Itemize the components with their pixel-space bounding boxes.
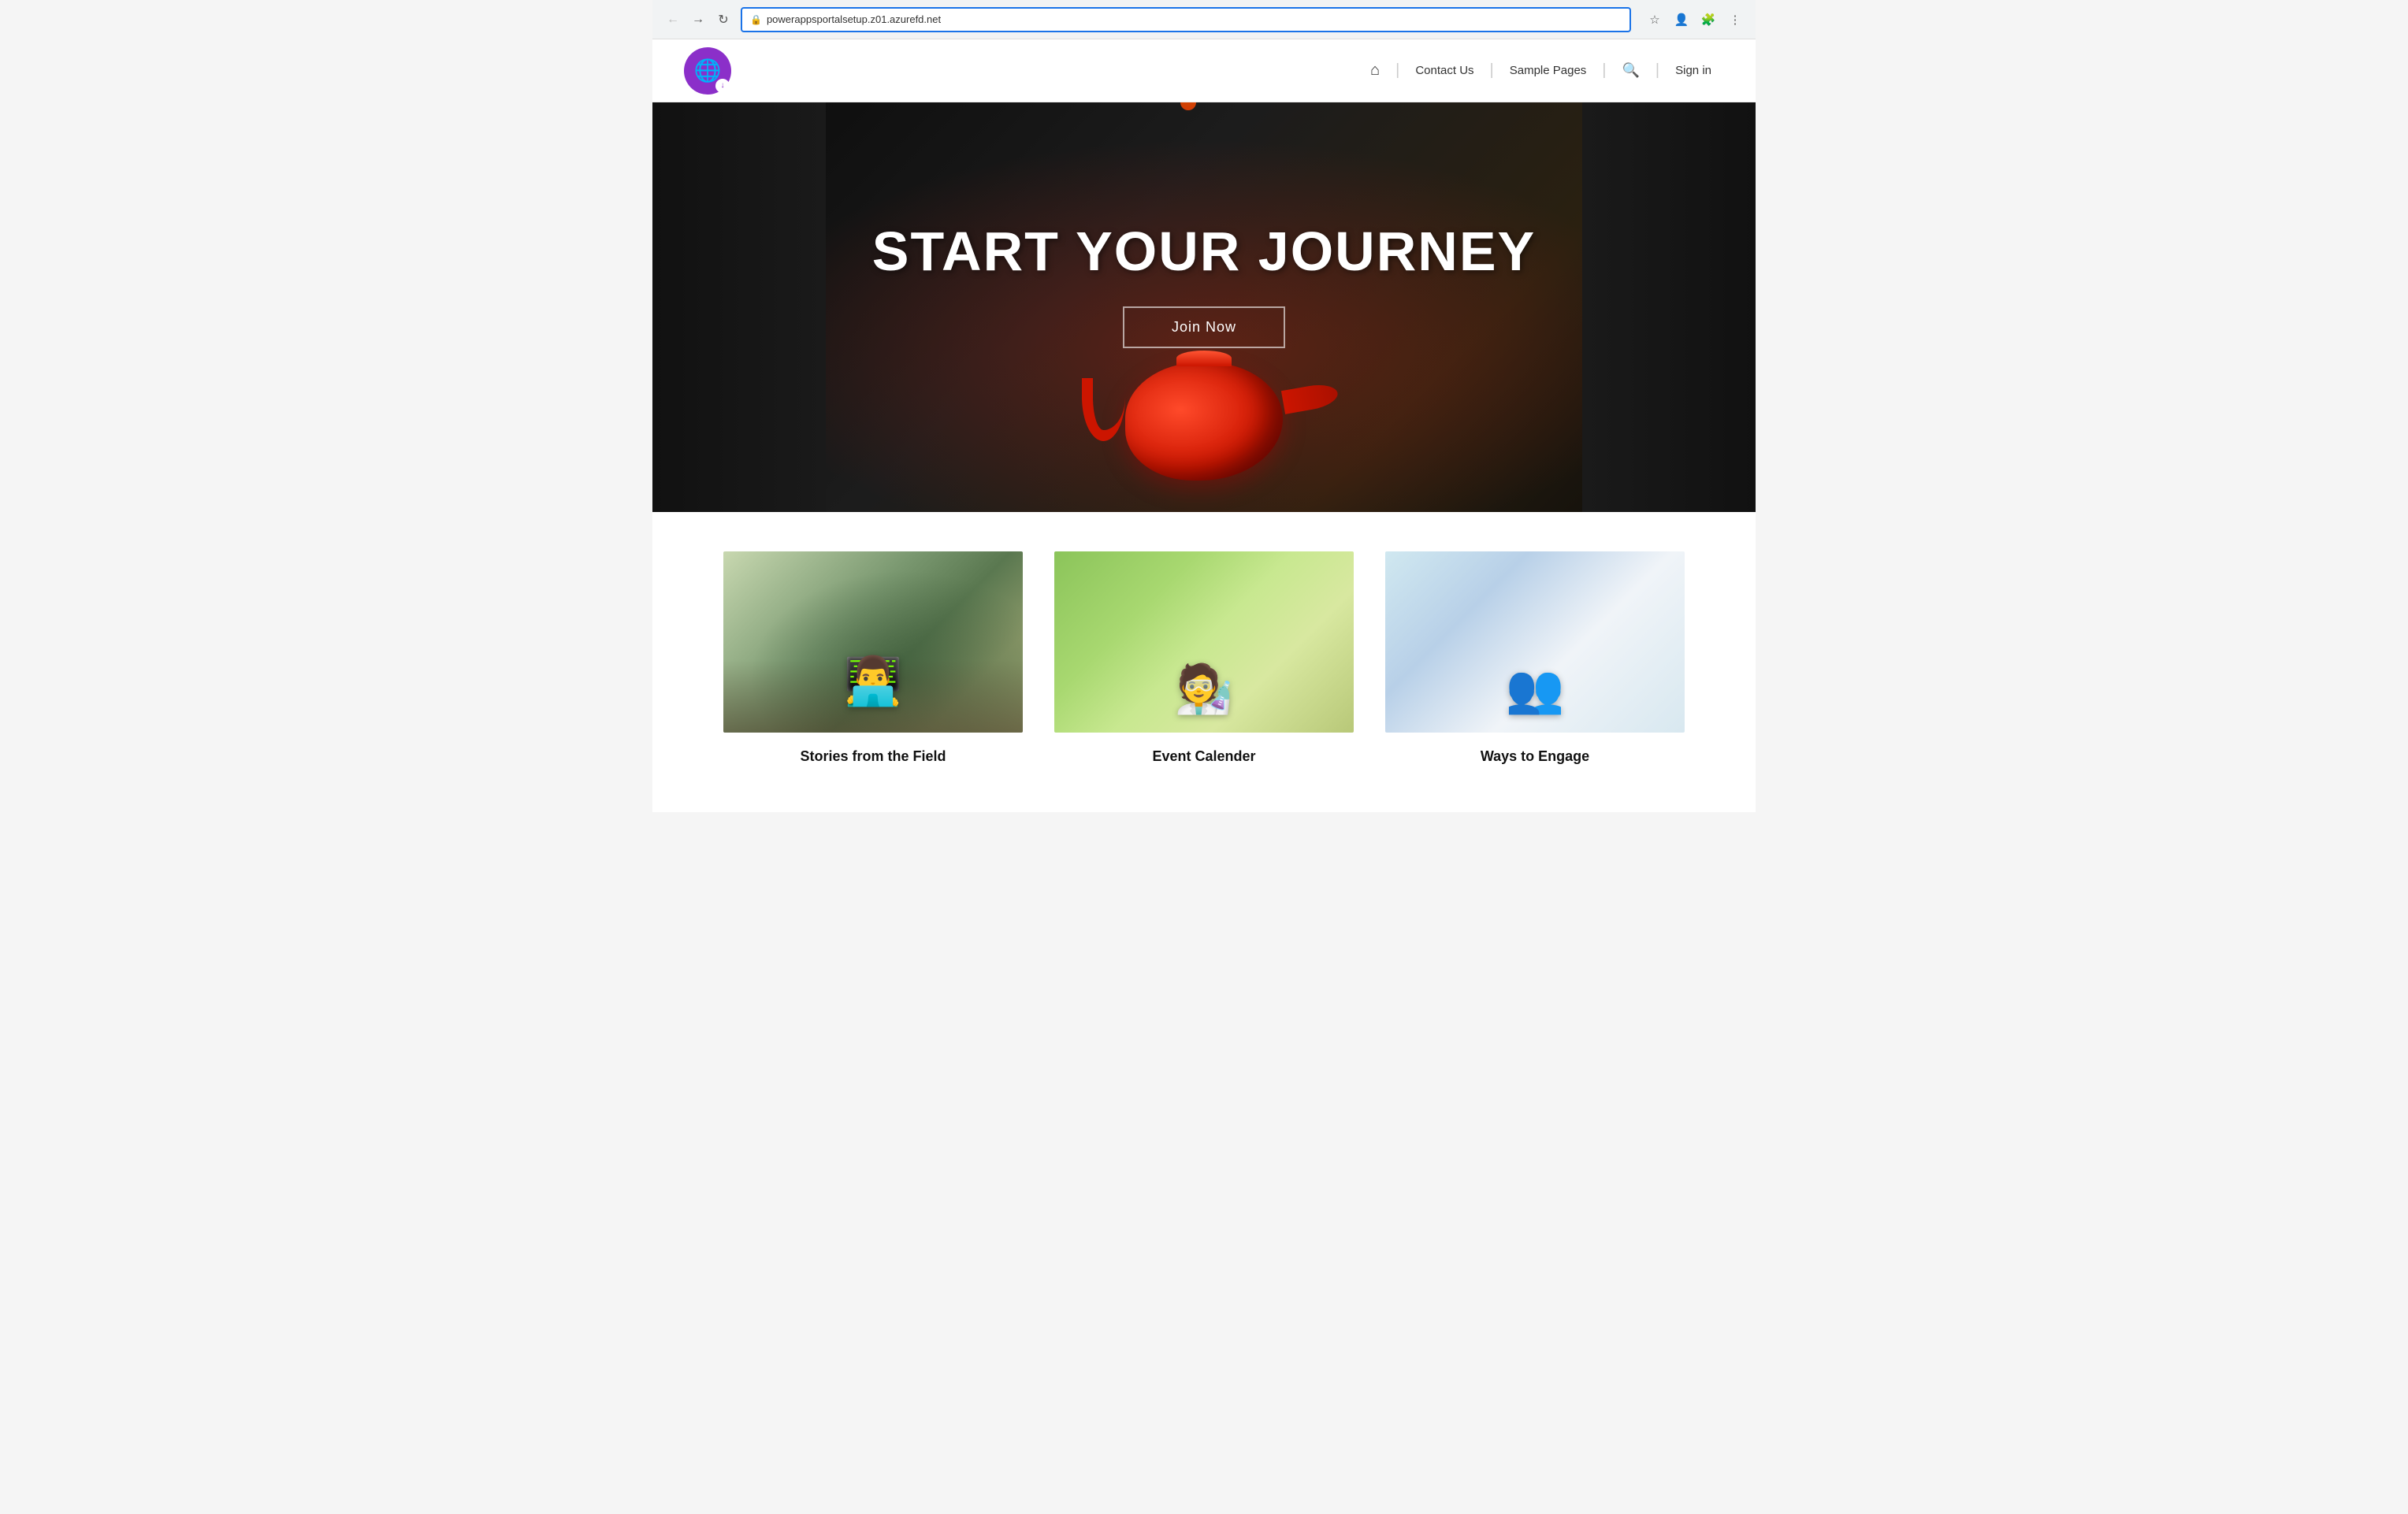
home-icon[interactable]: ⌂: [1358, 61, 1392, 80]
hero-content: START YOUR JOURNEY Join Now: [872, 220, 1536, 348]
teapot-graphic: [1125, 362, 1283, 481]
teapot-body: [1125, 362, 1283, 481]
nav-separator-3: |: [1599, 61, 1609, 80]
contact-us-link[interactable]: Contact Us: [1403, 64, 1486, 77]
card-label-engage: Ways to Engage: [1481, 748, 1589, 765]
machine-left: [652, 102, 826, 512]
lock-icon: 🔒: [750, 14, 762, 25]
reload-button[interactable]: ↻: [712, 9, 734, 31]
url-text: powerappsportalsetup.z01.azurefd.net: [767, 13, 1622, 25]
browser-chrome: ← → ↻ 🔒 powerappsportalsetup.z01.azurefd…: [652, 0, 1756, 39]
sample-pages-link[interactable]: Sample Pages: [1497, 64, 1600, 77]
hero-title: START YOUR JOURNEY: [872, 220, 1536, 283]
machine-right: [1582, 102, 1756, 512]
card-label-stories: Stories from the Field: [800, 748, 946, 765]
nav-separator-1: |: [1392, 61, 1403, 80]
signin-link[interactable]: Sign in: [1663, 64, 1724, 77]
menu-button[interactable]: ⋮: [1724, 9, 1746, 31]
card-stories: Stories from the Field: [723, 551, 1023, 765]
bookmark-button[interactable]: ☆: [1644, 9, 1666, 31]
logo-wrapper[interactable]: 🌐 ↓: [684, 47, 731, 95]
hero-section: START YOUR JOURNEY Join Now: [652, 102, 1756, 512]
logo-circle: 🌐 ↓: [684, 47, 731, 95]
card-image-stories[interactable]: [723, 551, 1023, 733]
join-now-button[interactable]: Join Now: [1123, 306, 1285, 348]
nav-separator-2: |: [1487, 61, 1497, 80]
globe-icon: 🌐: [694, 58, 722, 83]
extensions-button[interactable]: 🧩: [1697, 9, 1719, 31]
card-image-engage[interactable]: [1385, 551, 1685, 733]
card-image-event[interactable]: [1054, 551, 1354, 733]
nav-links: ⌂ | Contact Us | Sample Pages | 🔍 | Sign…: [1358, 61, 1724, 80]
nav-separator-4: |: [1652, 61, 1663, 80]
teapot-lid: [1176, 351, 1232, 366]
cards-section: Stories from the Field Event Calender Wa…: [652, 512, 1756, 812]
card-event: Event Calender: [1054, 551, 1354, 765]
back-button[interactable]: ←: [662, 9, 684, 31]
logo-badge-icon: ↓: [715, 79, 730, 93]
card-label-event: Event Calender: [1152, 748, 1255, 765]
forward-button[interactable]: →: [687, 9, 709, 31]
navbar: 🌐 ↓ ⌂ | Contact Us | Sample Pages | 🔍 | …: [652, 39, 1756, 102]
address-bar[interactable]: 🔒 powerappsportalsetup.z01.azurefd.net: [741, 7, 1631, 32]
browser-nav-buttons: ← → ↻: [662, 9, 734, 31]
search-icon[interactable]: 🔍: [1610, 62, 1652, 79]
browser-actions: ☆ 👤 🧩 ⋮: [1644, 9, 1746, 31]
card-engage: Ways to Engage: [1385, 551, 1685, 765]
profile-button[interactable]: 👤: [1670, 9, 1693, 31]
website-container: 🌐 ↓ ⌂ | Contact Us | Sample Pages | 🔍 | …: [652, 39, 1756, 812]
